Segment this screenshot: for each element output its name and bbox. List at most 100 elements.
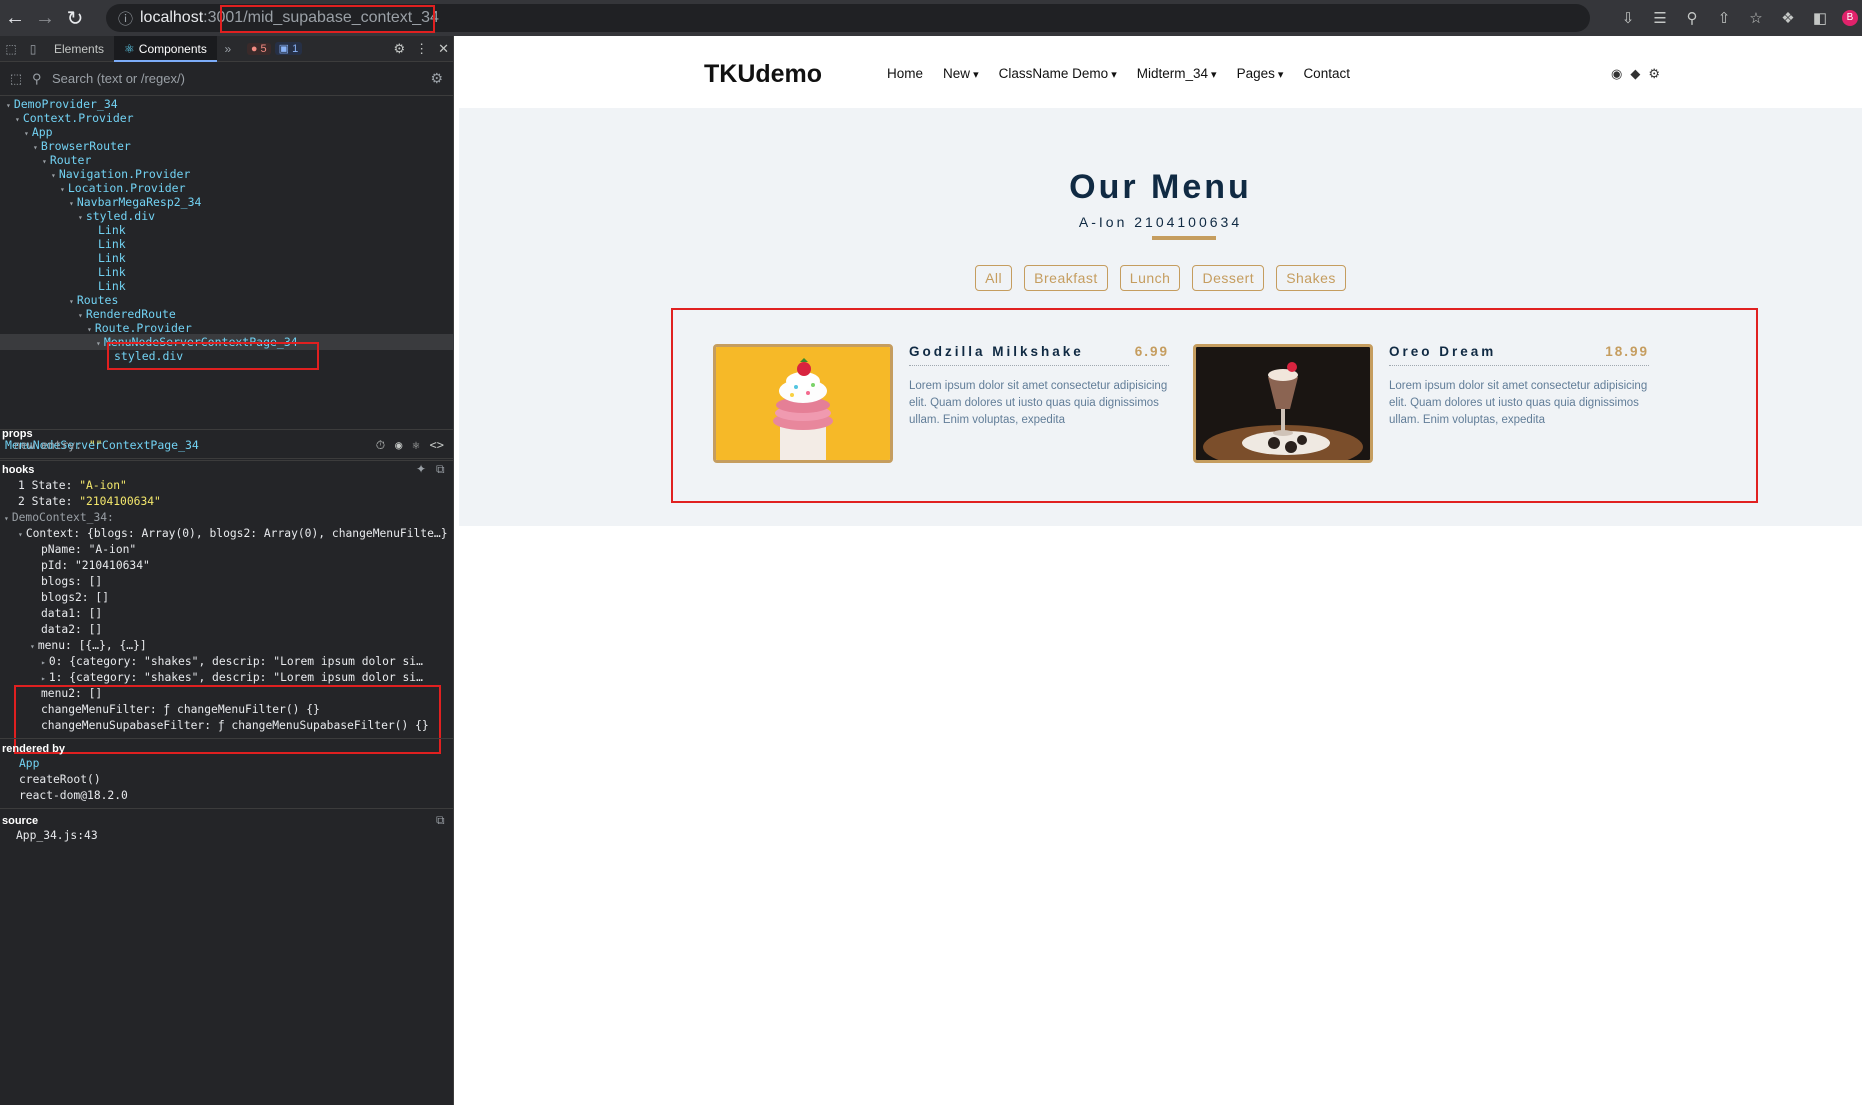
kebab-menu-icon[interactable]: ⋮ <box>415 41 428 57</box>
divider <box>0 458 454 459</box>
nav-pages[interactable]: Pages <box>1237 66 1284 81</box>
context-value[interactable]: ▾ Context: {blogs: Array(0), blogs2: Arra… <box>0 526 454 542</box>
zoom-icon[interactable]: ⚲ <box>1682 9 1702 27</box>
filter-dessert-button[interactable]: Dessert <box>1192 265 1265 291</box>
godzilla-milkshake-photo <box>713 344 893 463</box>
expand-arrow-icon[interactable]: ▾ <box>69 297 74 306</box>
forward-arrow-icon[interactable]: → <box>30 0 60 36</box>
profile-avatar[interactable]: B <box>1842 10 1858 26</box>
expand-arrow-icon[interactable]: ▾ <box>15 115 20 124</box>
hook-state-1[interactable]: 1 State: "A-ion" <box>0 478 454 494</box>
expand-arrow-icon[interactable]: ▸ <box>41 674 46 683</box>
context-field[interactable]: pId: "210410634" <box>0 558 454 574</box>
props-new-entry-value[interactable]: "" <box>89 439 103 452</box>
expand-arrow-icon[interactable]: ▾ <box>51 171 56 180</box>
share-icon[interactable]: ⇧ <box>1714 9 1734 27</box>
hook-1-value[interactable]: "A-ion" <box>79 479 127 492</box>
menu-item-header: Oreo Dream 18.99 <box>1389 344 1649 366</box>
tab-components-label: Components <box>138 41 207 56</box>
hook-2-value[interactable]: "2104100634" <box>79 495 161 508</box>
hook-state-2[interactable]: 2 State: "2104100634" <box>0 494 454 510</box>
settings-gear-icon[interactable]: ⚙ <box>1648 66 1660 82</box>
settings-gear-icon[interactable]: ⚙ <box>393 41 405 57</box>
expand-arrow-icon[interactable]: ▾ <box>69 199 74 208</box>
nav-home[interactable]: Home <box>887 66 923 81</box>
filter-all-button[interactable]: All <box>975 265 1013 291</box>
git-icon[interactable]: ◆ <box>1630 66 1640 82</box>
nav-new[interactable]: New <box>943 66 979 81</box>
back-arrow-icon[interactable]: ← <box>0 0 30 36</box>
nav-contact[interactable]: Contact <box>1303 66 1350 81</box>
expand-arrow-icon[interactable]: ▾ <box>24 129 29 138</box>
menu-item-info: Godzilla Milkshake 6.99 Lorem ipsum dolo… <box>909 344 1169 429</box>
tree-node-label: NavbarMegaResp2_34 <box>76 195 202 209</box>
source-label: source <box>2 815 39 827</box>
message-count-badge[interactable]: ▣ 1 <box>274 42 303 55</box>
filter-breakfast-button[interactable]: Breakfast <box>1024 265 1108 291</box>
expand-arrow-icon[interactable]: ▾ <box>42 157 47 166</box>
expand-arrow-icon[interactable]: ▾ <box>18 530 23 539</box>
expand-arrow-icon[interactable]: ▾ <box>87 325 92 334</box>
menu-entry-0[interactable]: ▸ 0: {category: "shakes", descrip: "Lorem… <box>0 654 454 670</box>
expand-arrow-icon[interactable]: ▾ <box>78 311 83 320</box>
context-field[interactable]: blogs2: [] <box>0 590 454 606</box>
expand-arrow-icon[interactable]: ▸ <box>41 658 46 667</box>
expand-arrow-icon[interactable]: ▾ <box>60 185 65 194</box>
nav-links: Home New ClassName Demo Midterm_34 Pages… <box>887 66 1350 81</box>
expand-arrow-icon[interactable]: ▾ <box>78 213 83 222</box>
tree-node-label: RenderedRoute <box>85 307 176 321</box>
close-icon[interactable]: ✕ <box>438 41 449 57</box>
inspect-icon[interactable]: ⬚ <box>0 42 22 56</box>
devtools-panel: ⬚ ▯ Elements ⚛ Components » ● 5 ▣ 1 ⚙ ⋮ ✕… <box>0 35 454 1105</box>
magic-wand-icon[interactable]: ✦ <box>416 462 426 476</box>
expand-arrow-icon[interactable]: ▾ <box>96 339 101 348</box>
component-search-input[interactable] <box>52 71 412 86</box>
tab-components[interactable]: ⚛ Components <box>114 35 217 62</box>
menu-items-annotation-box: Godzilla Milkshake 6.99 Lorem ipsum dolo… <box>671 308 1758 503</box>
error-count: 5 <box>260 42 267 55</box>
bookmark-star-icon[interactable]: ☆ <box>1746 9 1766 27</box>
extensions-icon[interactable]: ❖ <box>1778 9 1798 27</box>
props-new-entry[interactable]: new entry: "" <box>0 438 454 454</box>
context-field[interactable]: pName: "A-ion" <box>0 542 454 558</box>
selected-component-annotation-box <box>107 342 319 370</box>
side-panel-icon[interactable]: ◧ <box>1810 9 1830 27</box>
expand-arrow-icon[interactable]: ▾ <box>4 514 9 523</box>
site-info-icon[interactable]: ⓘ <box>118 8 140 29</box>
github-icon[interactable]: ◉ <box>1611 66 1622 82</box>
url-annotation-box <box>220 5 435 33</box>
select-element-icon[interactable]: ⬚ <box>0 71 32 87</box>
menu-item-name: Oreo Dream <box>1389 344 1497 359</box>
menu-item: Godzilla Milkshake 6.99 Lorem ipsum dolo… <box>713 344 1183 464</box>
context-field-menu[interactable]: ▾ menu: [{…}, {…}] <box>0 638 454 654</box>
context-hook[interactable]: ▾ DemoContext_34: <box>0 510 454 526</box>
error-count-badge[interactable]: ● 5 <box>246 42 271 55</box>
tree-node-label: Location.Provider <box>67 181 186 195</box>
rendered-by-item[interactable]: App <box>0 756 454 772</box>
copy-icon[interactable]: ⧉ <box>436 462 445 477</box>
nav-classname-demo[interactable]: ClassName Demo <box>999 66 1117 81</box>
tab-elements[interactable]: Elements <box>44 36 114 62</box>
context-field[interactable]: data1: [] <box>0 606 454 622</box>
filter-shakes-button[interactable]: Shakes <box>1276 265 1346 291</box>
component-settings-icon[interactable]: ⚙ <box>430 70 443 87</box>
more-tabs-icon[interactable]: » <box>217 42 239 56</box>
context-field-text: data2: [] <box>41 623 103 636</box>
source-location[interactable]: App_34.js:43 <box>0 828 454 844</box>
copy-icon[interactable]: ⧉ <box>436 813 445 828</box>
expand-arrow-icon[interactable]: ▾ <box>33 143 38 152</box>
reload-icon[interactable]: ↻ <box>60 0 90 36</box>
title-underline <box>1152 236 1216 240</box>
translate-icon[interactable]: ☰ <box>1650 9 1670 27</box>
expand-arrow-icon[interactable]: ▾ <box>6 101 11 110</box>
nav-midterm[interactable]: Midterm_34 <box>1137 66 1217 81</box>
brand-logo[interactable]: TKUdemo <box>704 60 822 89</box>
context-field[interactable]: blogs: [] <box>0 574 454 590</box>
install-icon[interactable]: ⇩ <box>1618 9 1638 27</box>
context-field[interactable]: data2: [] <box>0 622 454 638</box>
menu-entry-1[interactable]: ▸ 1: {category: "shakes", descrip: "Lorem… <box>0 670 454 686</box>
filter-lunch-button[interactable]: Lunch <box>1119 265 1181 291</box>
category-filters: All Breakfast Lunch Dessert Shakes <box>459 265 1862 291</box>
expand-arrow-icon[interactable]: ▾ <box>30 642 35 651</box>
device-toggle-icon[interactable]: ▯ <box>22 42 44 56</box>
